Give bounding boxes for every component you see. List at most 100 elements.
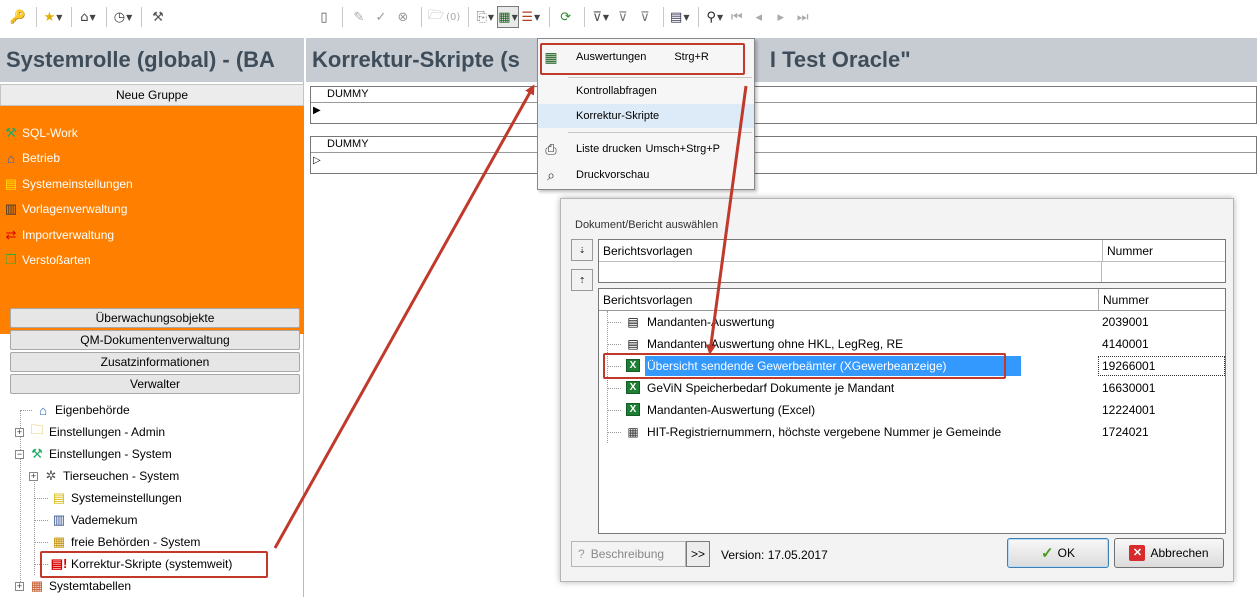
report-list-grid[interactable]: Berichtsvorlagen Nummer ▤ Mandanten-Ausw… <box>598 288 1226 534</box>
nav-button-ueberwachungsobjekte[interactable]: Überwachungsobjekte <box>10 308 300 328</box>
report-number: 16630001 <box>1102 381 1156 395</box>
sort-desc-button[interactable]: ⇡ <box>571 269 593 291</box>
expand-icon[interactable]: + <box>29 471 38 481</box>
next-icon[interactable]: ▸ <box>771 6 791 28</box>
tools-icon[interactable]: ⚒ <box>148 6 168 28</box>
orange-item-betrieb[interactable]: ⌂ Betrieb <box>0 146 304 172</box>
home-icon[interactable]: ⌂ ▼ <box>78 6 98 28</box>
dummy-grid-2[interactable]: DUMMY ▷ <box>310 136 1257 174</box>
nav-button-verwalter[interactable]: Verwalter <box>10 374 300 394</box>
tree-item-freie-behoerden-system[interactable]: ▦ freie Behörden - System <box>34 531 200 553</box>
grid-icon[interactable]: ▤ ▼ <box>670 6 690 28</box>
wand-icon[interactable]: ✎ <box>349 6 369 28</box>
filter-icon[interactable]: ⊽ ▼ <box>591 6 611 28</box>
tree-item-systemeinstellungen[interactable]: ▤ Systemeinstellungen <box>34 487 182 509</box>
report-grid-header: Berichtsvorlagen Nummer <box>599 289 1225 311</box>
tree-item-tierseuchen-system[interactable]: + ✲ Tierseuchen - System <box>29 465 179 487</box>
column-header-berichtsvorlagen[interactable]: Berichtsvorlagen <box>603 244 692 258</box>
cancel-icon[interactable]: ⊗ <box>393 6 413 28</box>
toolbar-separator <box>548 7 550 27</box>
grid-row[interactable]: ▷ <box>311 153 1256 171</box>
orange-item-label: Betrieb <box>22 151 61 166</box>
binoculars-icon[interactable]: ⚲ ▼ <box>705 6 725 28</box>
orange-item-verstossarten[interactable]: ❐ Verstoßarten <box>0 248 304 274</box>
check-icon[interactable]: ✓ <box>371 6 391 28</box>
description-button[interactable]: ? Beschreibung <box>571 541 686 567</box>
menu-item-label: Druckvorschau <box>576 169 650 181</box>
dummy-grid-1[interactable]: DUMMY ▶ <box>310 86 1257 124</box>
sort-asc-button[interactable]: ⇣ <box>571 239 593 261</box>
folders-icon: ❐ <box>5 252 17 268</box>
excel-icon: X <box>625 402 641 417</box>
group-header[interactable]: Neue Gruppe <box>0 84 304 106</box>
column-header-nummer[interactable]: Nummer <box>1102 240 1226 261</box>
expand-description-button[interactable]: >> <box>686 541 710 567</box>
list-icon[interactable]: ☰ ▼ <box>521 6 541 28</box>
word-doc-icon: ▤ <box>627 336 639 351</box>
report-row[interactable]: X GeViN Speicherbedarf Dokumente je Mand… <box>599 377 1225 399</box>
printer-icon: ⎙ <box>545 140 557 157</box>
ok-button[interactable]: ✓ OK <box>1007 538 1109 568</box>
dialog-title: Dokument/Bericht auswählen <box>575 219 719 231</box>
report-row[interactable]: X Mandanten-Auswertung (Excel) 12224001 <box>599 399 1225 421</box>
orange-group-panel: ⚒ SQL-Work ⌂ Betrieb ▤ Systemeinstellung… <box>0 106 304 334</box>
collapse-icon[interactable]: − <box>15 449 24 459</box>
menu-item-liste-drucken[interactable]: ⎙ Liste drucken Umsch+Strg+P <box>538 137 754 161</box>
grouping-grid[interactable]: Berichtsvorlagen Nummer <box>598 239 1226 283</box>
report-row[interactable]: ▦ HIT-Registriernummern, höchste vergebe… <box>599 421 1225 443</box>
orange-item-systemeinstellungen[interactable]: ▤ Systemeinstellungen <box>0 171 304 197</box>
menu-item-kontrollabfragen[interactable]: Kontrollabfragen <box>538 79 754 103</box>
menu-item-shortcut: Umsch+Strg+P <box>645 143 721 155</box>
tree-item-label: Einstellungen - Admin <box>49 425 166 439</box>
folder-icon[interactable]: 🗁 (0) <box>428 6 460 28</box>
tree-connector <box>607 388 621 389</box>
table-icon: ▦ <box>627 424 639 439</box>
column-divider <box>1101 262 1102 282</box>
column-header-berichtsvorlagen[interactable]: Berichtsvorlagen <box>603 293 692 307</box>
report-row[interactable]: ▤ Mandanten-Auswertung 2039001 <box>599 311 1225 333</box>
folder-icon: 🗀 <box>30 422 44 437</box>
grid-row[interactable]: ▶ <box>311 103 1256 121</box>
refresh-icon[interactable]: ⟳ <box>556 6 576 28</box>
tools-icon: ⚒ <box>5 124 17 140</box>
column-header-nummer[interactable]: Nummer <box>1098 289 1226 310</box>
export-icon[interactable]: ⎘ ▼ <box>475 6 495 28</box>
home-icon: ⌂ <box>39 402 47 418</box>
nav-button-qm-dokumentenverwaltung[interactable]: QM-Dokumentenverwaltung <box>10 330 300 350</box>
report-number: 19266001 <box>1102 359 1156 373</box>
orange-item-importverwaltung[interactable]: ⇄ Importverwaltung <box>0 222 304 248</box>
prev-icon[interactable]: ◂ <box>749 6 769 28</box>
expand-icon[interactable]: + <box>15 427 24 437</box>
menu-item-druckvorschau[interactable]: ⌕ Druckvorschau <box>538 163 754 187</box>
checkmark-icon: ✓ <box>1041 545 1054 562</box>
toolbar-separator <box>141 7 142 27</box>
new-doc-icon[interactable]: ▯ <box>314 6 334 28</box>
last-icon[interactable]: ⏭ <box>793 6 813 28</box>
tree-item-systemtabellen[interactable]: + ▦ Systemtabellen <box>15 575 131 597</box>
clock-icon[interactable]: ◷ ▼ <box>113 6 133 28</box>
right-pane-title: Korrektur-Skripte (s I Test Oracle" <box>306 38 1257 82</box>
tree-item-einstellungen-admin[interactable]: + 🗀 Einstellungen - Admin <box>15 421 165 443</box>
tree-connector <box>607 322 621 323</box>
menu-item-korrektur-skripte[interactable]: Korrektur-Skripte <box>538 104 754 128</box>
filter-remove-icon[interactable]: ⊽ <box>635 6 655 28</box>
filter-edit-icon[interactable]: ⊽ <box>613 6 633 28</box>
star-icon[interactable]: ★ ▼ <box>43 6 63 28</box>
nav-button-zusatzinformationen[interactable]: Zusatzinformationen <box>10 352 300 372</box>
tree-item-einstellungen-system[interactable]: − ⚒ Einstellungen - System <box>15 443 172 465</box>
toolbar-separator <box>342 7 343 27</box>
first-icon[interactable]: ⏮ <box>727 6 747 28</box>
tree-item-eigenbehoerde[interactable]: ⌂ Eigenbehörde <box>20 399 130 421</box>
report-name: GeViN Speicherbedarf Dokumente je Mandan… <box>647 381 895 395</box>
cancel-button[interactable]: ✕ Abbrechen <box>1114 538 1224 568</box>
expand-icon[interactable]: + <box>15 581 24 591</box>
report-icon[interactable]: ▦ ▼ <box>497 6 519 28</box>
tree-item-vademekum[interactable]: ▥ Vademekum <box>34 509 137 531</box>
toolbar-separator <box>71 7 72 27</box>
report-row[interactable]: ▤ Mandanten-Auswertung ohne HKL, LegReg,… <box>599 333 1225 355</box>
report-number: 4140001 <box>1102 337 1149 351</box>
user-key-icon[interactable]: 🔑 <box>8 6 28 28</box>
orange-item-vorlagenverwaltung[interactable]: ▥ Vorlagenverwaltung <box>0 197 304 223</box>
orange-item-sql-work[interactable]: ⚒ SQL-Work <box>0 120 304 146</box>
tools-icon: ⚒ <box>31 446 43 461</box>
